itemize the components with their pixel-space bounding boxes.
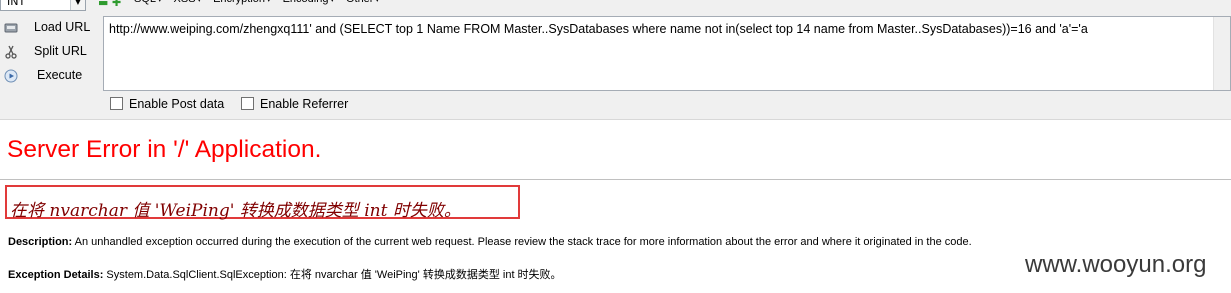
description-row: Description: An unhandled exception occu… bbox=[8, 236, 972, 248]
url-scrollbar[interactable] bbox=[1213, 17, 1230, 90]
chevron-down-icon: ▼ bbox=[70, 0, 85, 10]
load-url-label: Load URL bbox=[34, 20, 91, 34]
play-icon bbox=[4, 69, 18, 83]
menu-xss[interactable]: XSS bbox=[174, 0, 202, 9]
exception-label: Exception Details: bbox=[8, 269, 104, 281]
scissors-icon bbox=[5, 45, 17, 59]
hackbar-toolbar: INT ▼ ▬ ✚ SQL XSS Encryption Encoding Ot… bbox=[0, 0, 1231, 119]
enable-referrer-label: Enable Referrer bbox=[260, 97, 349, 111]
toolbar-divider bbox=[0, 119, 1231, 120]
exception-text: System.Data.SqlClient.SqlException: 在将 n… bbox=[106, 269, 562, 281]
url-text: http://www.weiping.com/zhengxq111' and (… bbox=[109, 22, 1088, 36]
page-title: Server Error in '/' Application. bbox=[7, 136, 322, 163]
hackbar-menu: SQL XSS Encryption Encoding Other bbox=[134, 0, 379, 9]
description-text: An unhandled exception occurred during t… bbox=[74, 236, 972, 248]
mode-select[interactable]: INT ▼ bbox=[0, 0, 86, 11]
exception-details-row: Exception Details: System.Data.SqlClient… bbox=[8, 266, 562, 282]
menu-encryption[interactable]: Encryption bbox=[213, 0, 271, 9]
execute-button[interactable]: Execute bbox=[0, 67, 100, 87]
plus-icon[interactable]: ✚ bbox=[112, 0, 121, 9]
minus-icon[interactable]: ▬ bbox=[98, 0, 108, 9]
enable-post-checkbox-box[interactable] bbox=[110, 97, 123, 110]
increase-decrease-controls: ▬ ✚ bbox=[98, 0, 121, 9]
enable-post-checkbox[interactable]: Enable Post data bbox=[110, 97, 224, 113]
split-url-button[interactable]: Split URL bbox=[0, 43, 100, 63]
url-textarea[interactable]: http://www.weiping.com/zhengxq111' and (… bbox=[103, 16, 1231, 91]
split-url-label: Split URL bbox=[34, 44, 87, 58]
enable-post-label: Enable Post data bbox=[129, 97, 225, 111]
menu-other[interactable]: Other bbox=[346, 0, 379, 9]
load-url-button[interactable]: Load URL bbox=[0, 19, 100, 39]
enable-referrer-checkbox[interactable]: Enable Referrer bbox=[241, 97, 348, 113]
watermark: www.wooyun.org bbox=[1025, 251, 1207, 278]
mode-select-value: INT bbox=[7, 0, 26, 8]
menu-sql[interactable]: SQL bbox=[134, 0, 162, 9]
title-divider bbox=[0, 179, 1231, 180]
load-url-icon bbox=[4, 23, 18, 33]
error-message: 在将 nvarchar 值 'WeiPing' 转换成数据类型 int 时失败。 bbox=[10, 201, 461, 221]
menu-encoding[interactable]: Encoding bbox=[283, 0, 334, 9]
enable-referrer-checkbox-box[interactable] bbox=[241, 97, 254, 110]
description-label: Description: bbox=[8, 236, 73, 248]
execute-label: Execute bbox=[37, 68, 83, 82]
